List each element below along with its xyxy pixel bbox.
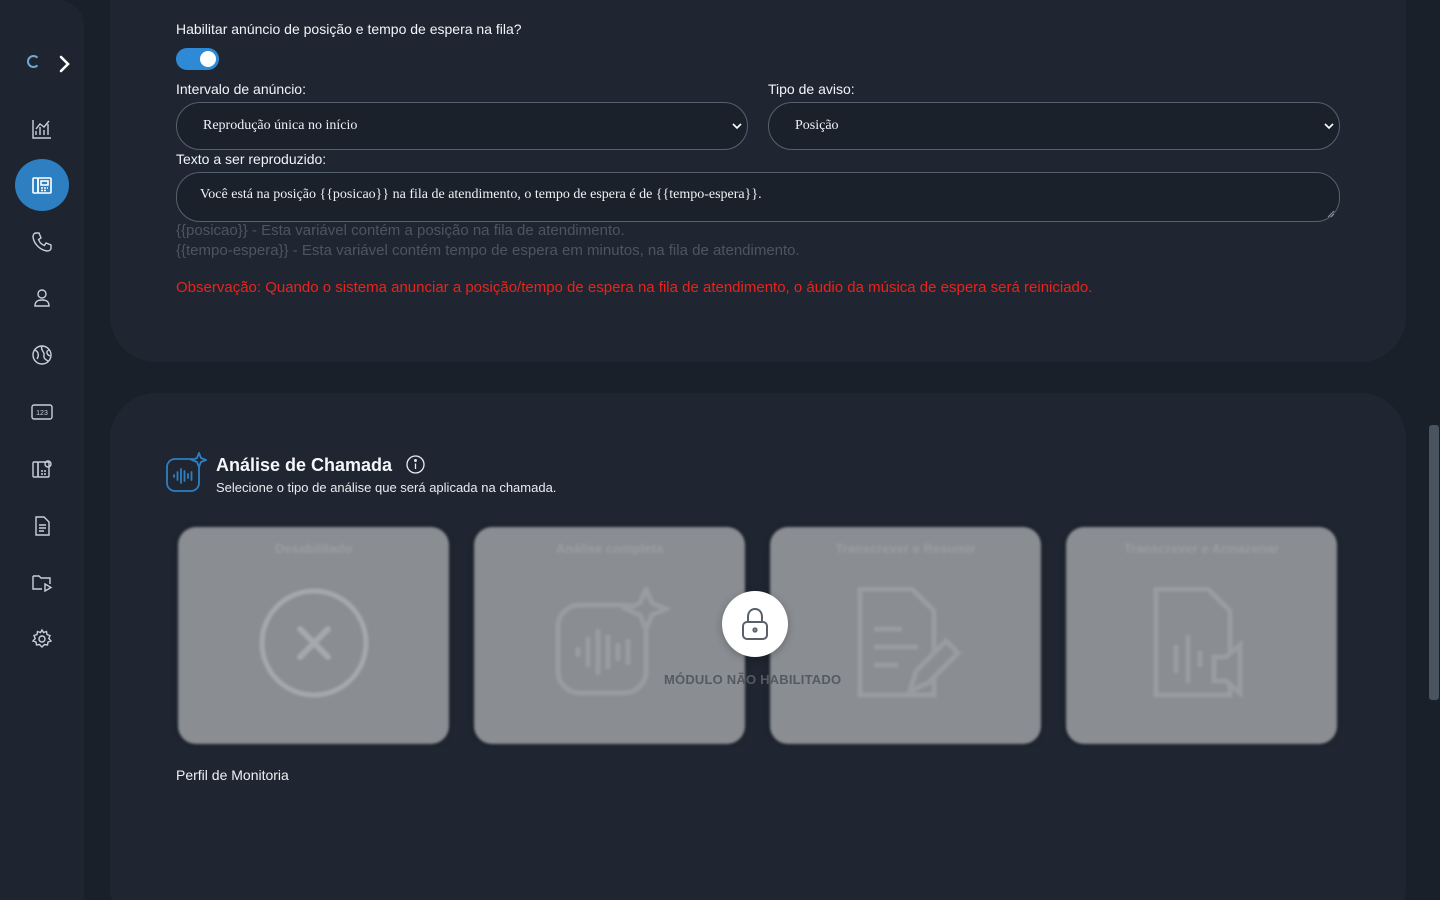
- analysis-option-title: Transcrever e Resumir: [835, 541, 976, 556]
- interval-select-value: Reprodução única no início: [203, 118, 358, 133]
- numbers-icon: 123: [31, 404, 53, 420]
- toggle-knob: [200, 51, 216, 67]
- analysis-option-title: Transcrever e Armazenar: [1124, 541, 1279, 556]
- module-not-enabled-text: MÓDULO NÃO HABILITADO: [664, 672, 842, 687]
- info-icon[interactable]: [406, 455, 425, 474]
- sidebar-item-users[interactable]: [15, 272, 69, 324]
- interval-label: Intervalo de anúncio:: [176, 81, 306, 97]
- lock-icon: [742, 607, 768, 640]
- analysis-option-title: Desabilitado: [274, 541, 353, 556]
- text-to-play-value: Você está na posição {{posicao}} na fila…: [200, 187, 762, 202]
- text-to-play-label: Texto a ser reproduzido:: [176, 151, 327, 167]
- pbx-icon: [32, 177, 52, 194]
- x-circle-icon: [259, 588, 368, 698]
- sidebar-item-web[interactable]: [15, 329, 69, 381]
- call-analysis-subtitle: Selecione o tipo de análise que será apl…: [216, 480, 557, 495]
- hint-position-variable: {{posicao}} - Esta variável contém a pos…: [176, 222, 625, 239]
- resize-handle-icon[interactable]: [1327, 210, 1335, 218]
- phone-icon: [32, 232, 52, 252]
- scrollbar[interactable]: [1428, 0, 1440, 900]
- notice-type-select-value: Posição: [795, 118, 839, 133]
- sidebar-item-calls[interactable]: [15, 216, 69, 268]
- sidebar-item-numbers[interactable]: 123: [15, 386, 69, 438]
- sidebar-item-pbx[interactable]: [15, 159, 69, 211]
- sidebar: 123: [0, 0, 84, 900]
- analysis-option-disabled[interactable]: Desabilitado: [178, 527, 449, 744]
- globe-icon: [32, 345, 52, 365]
- chevron-right-icon[interactable]: [58, 54, 72, 74]
- sidebar-header: [24, 52, 76, 76]
- chevron-down-icon: [1324, 123, 1334, 130]
- document-edit-icon: [857, 587, 962, 698]
- analysis-option-complete[interactable]: Análise completa: [474, 527, 745, 744]
- notice-type-select[interactable]: Posição: [768, 102, 1340, 150]
- chevron-down-icon: [732, 123, 742, 130]
- pbx-settings-icon: [32, 460, 52, 478]
- sidebar-item-settings[interactable]: [15, 613, 69, 665]
- sidebar-item-reports[interactable]: [15, 500, 69, 552]
- text-to-play-input[interactable]: Você está na posição {{posicao}} na fila…: [176, 172, 1340, 222]
- document-icon: [35, 516, 50, 536]
- analysis-option-title: Análise completa: [556, 541, 663, 556]
- call-analysis-title: Análise de Chamada: [216, 455, 393, 475]
- observation-warning: Observação: Quando o sistema anunciar a …: [176, 279, 1093, 296]
- interval-select[interactable]: Reprodução única no início: [176, 102, 748, 150]
- monitoring-profile-label: Perfil de Monitoria: [176, 767, 289, 783]
- sidebar-item-dashboard[interactable]: [15, 103, 69, 155]
- analysis-option-transcribe-store[interactable]: Transcrever e Armazenar: [1066, 527, 1337, 744]
- enable-announcement-label: Habilitar anúncio de posição e tempo de …: [176, 21, 522, 37]
- audio-file-icon: [1153, 587, 1242, 699]
- gear-icon: [31, 628, 53, 648]
- svg-text:123: 123: [36, 410, 48, 417]
- chart-icon: [32, 120, 51, 139]
- user-icon: [34, 289, 50, 307]
- analysis-option-transcribe-summarize[interactable]: Transcrever e Resumir: [770, 527, 1041, 744]
- audio-sparkle-icon: [555, 587, 670, 696]
- loading-spinner-icon: [27, 55, 40, 68]
- media-folder-icon: [32, 575, 53, 593]
- enable-announcement-toggle[interactable]: [176, 48, 219, 70]
- sidebar-item-pbx-settings[interactable]: [15, 443, 69, 495]
- module-locked-badge: [722, 591, 788, 657]
- hint-wait-variable: {{tempo-espera}} - Esta variável contém …: [176, 242, 800, 259]
- call-analysis-icon: [166, 452, 207, 492]
- notice-type-label: Tipo de aviso:: [768, 81, 855, 97]
- sidebar-item-media[interactable]: [15, 556, 69, 608]
- scrollbar-thumb[interactable]: [1429, 425, 1439, 700]
